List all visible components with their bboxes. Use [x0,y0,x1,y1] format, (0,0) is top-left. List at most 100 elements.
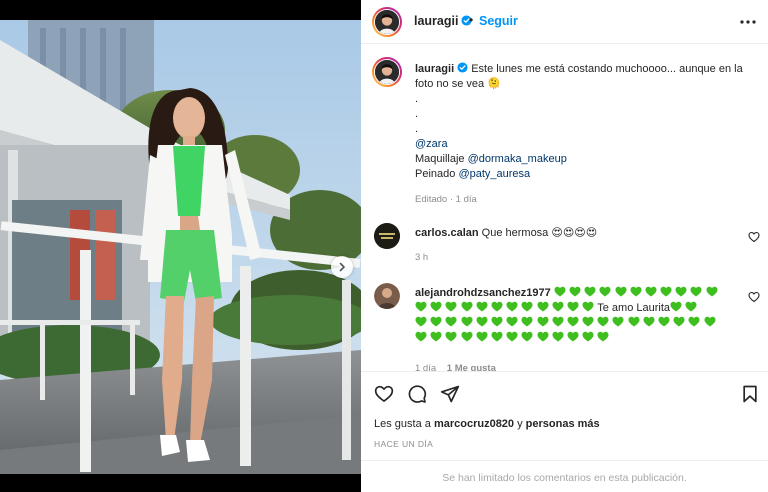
chevron-right-icon [339,262,345,272]
verified-badge-icon [457,62,468,73]
caption-dot-line: . [415,93,419,105]
green-heart-icon [476,316,488,327]
green-heart-icon [612,316,624,327]
likes-user[interactable]: marcocruz0820 [434,418,514,430]
green-heart-icon [461,316,473,327]
green-heart-icon [554,286,566,297]
caption-dot-line: . [415,108,419,120]
green-heart-icon [445,331,457,342]
post-details-panel: lauragii • Seguir lauragii Este lunes me… [361,0,768,492]
caption-avatar[interactable] [372,57,402,87]
green-heart-icon [582,301,594,312]
commenter-avatar[interactable] [374,283,400,309]
green-heart-icon [445,301,457,312]
green-heart-icon [597,316,609,327]
green-heart-icon [582,316,594,327]
mention-makeup[interactable]: @dormaka_makeup [468,153,567,165]
green-heart-icon [567,301,579,312]
commenter-avatar[interactable] [374,223,400,249]
green-heart-icon [461,331,473,342]
comments-scroll-area[interactable]: lauragii Este lunes me está costando muc… [361,45,768,371]
like-heart-icon[interactable] [374,384,394,404]
comment-text: Te amo Laurita [597,302,671,314]
green-heart-icon [506,331,518,342]
likes-and: y [517,418,523,430]
comment-bubble-icon[interactable] [407,384,427,404]
green-heart-icon [658,316,670,327]
more-options-icon[interactable] [739,14,757,30]
save-bookmark-icon[interactable] [740,384,760,404]
green-heart-icon [445,316,457,327]
like-comment-heart-icon[interactable] [748,231,760,243]
next-photo-button[interactable] [331,256,353,278]
share-send-icon[interactable] [440,384,460,404]
post-photo[interactable] [0,20,361,474]
green-heart-icon [491,301,503,312]
green-heart-icon [599,286,611,297]
likes-others[interactable]: personas más [526,418,600,430]
comment-username[interactable]: carlos.calan [415,227,479,239]
comment-text: Que hermosa [481,227,549,239]
like-comment-heart-icon[interactable] [748,291,760,303]
comment-meta: 1 día 1 Me gusta [415,363,496,371]
green-heart-icon [675,286,687,297]
comment-username[interactable]: alejandrohdzsanchez1977 [415,287,551,299]
green-heart-icon [552,331,564,342]
green-heart-icon [537,331,548,342]
post-photo-image [0,20,361,474]
green-heart-icon [537,316,548,327]
green-heart-icon [506,316,518,327]
green-heart-icon [491,331,503,342]
green-heart-icon [685,301,697,312]
caption-avatar-image [375,60,399,84]
caption-hair-line: Peinado @paty_auresa [415,167,755,182]
green-heart-icon [491,316,503,327]
green-heart-icon [569,286,581,297]
comment-time: 3 h [415,252,429,263]
green-heart-icon [628,316,640,327]
follow-button[interactable]: Seguir [479,14,518,28]
green-heart-icon [670,301,682,312]
green-hearts-emoji [554,286,721,299]
green-heart-icon [584,286,596,297]
green-heart-icon [537,301,548,312]
green-heart-icon [552,301,564,312]
green-heart-icon [476,331,488,342]
caption-meta: Editado · 1 día [415,194,477,205]
green-heart-icon [552,316,564,327]
green-heart-icon [521,331,533,342]
green-hearts-emoji [415,316,719,329]
caption-makeup-line: Maquillaje @dormaka_makeup [415,152,755,167]
comment-likes-count[interactable]: 1 Me gusta [447,363,496,371]
green-heart-icon [630,286,642,297]
post-time[interactable]: HACE UN DÍA [374,439,433,449]
green-heart-icon [706,286,718,297]
green-heart-icon [673,316,685,327]
instagram-post-modal: lauragii • Seguir lauragii Este lunes me… [0,0,768,492]
author-username[interactable]: lauragii [414,14,473,28]
green-heart-icon [430,301,442,312]
green-heart-icon [645,286,657,297]
green-heart-icon [415,301,427,312]
author-avatar[interactable] [372,7,402,37]
comment-emoji: 😍😍😍😍 [551,227,598,239]
mention-zara[interactable]: @zara [415,137,755,152]
hair-label: Peinado [415,168,459,180]
green-hearts-emoji [415,301,597,314]
green-heart-icon [476,301,488,312]
comments-limited-notice: Se han limitado los comentarios en esta … [361,460,768,492]
green-heart-icon [660,286,672,297]
mention-hair[interactable]: @paty_auresa [458,168,530,180]
comment-body: alejandrohdzsanchez1977 Te amo Laurita [415,286,735,346]
green-heart-icon [582,331,594,342]
caption-username[interactable]: lauragii [415,63,454,75]
green-heart-icon [430,316,442,327]
green-heart-icon [615,286,627,297]
makeup-label: Maquillaje [415,153,468,165]
green-heart-icon [521,316,533,327]
green-heart-icon [597,331,609,342]
green-heart-icon [521,301,533,312]
post-actions: Les gusta a marcocruz0820 y personas más… [361,371,768,492]
post-header: lauragii • Seguir [361,0,768,44]
comment-time: 1 día [415,363,437,371]
